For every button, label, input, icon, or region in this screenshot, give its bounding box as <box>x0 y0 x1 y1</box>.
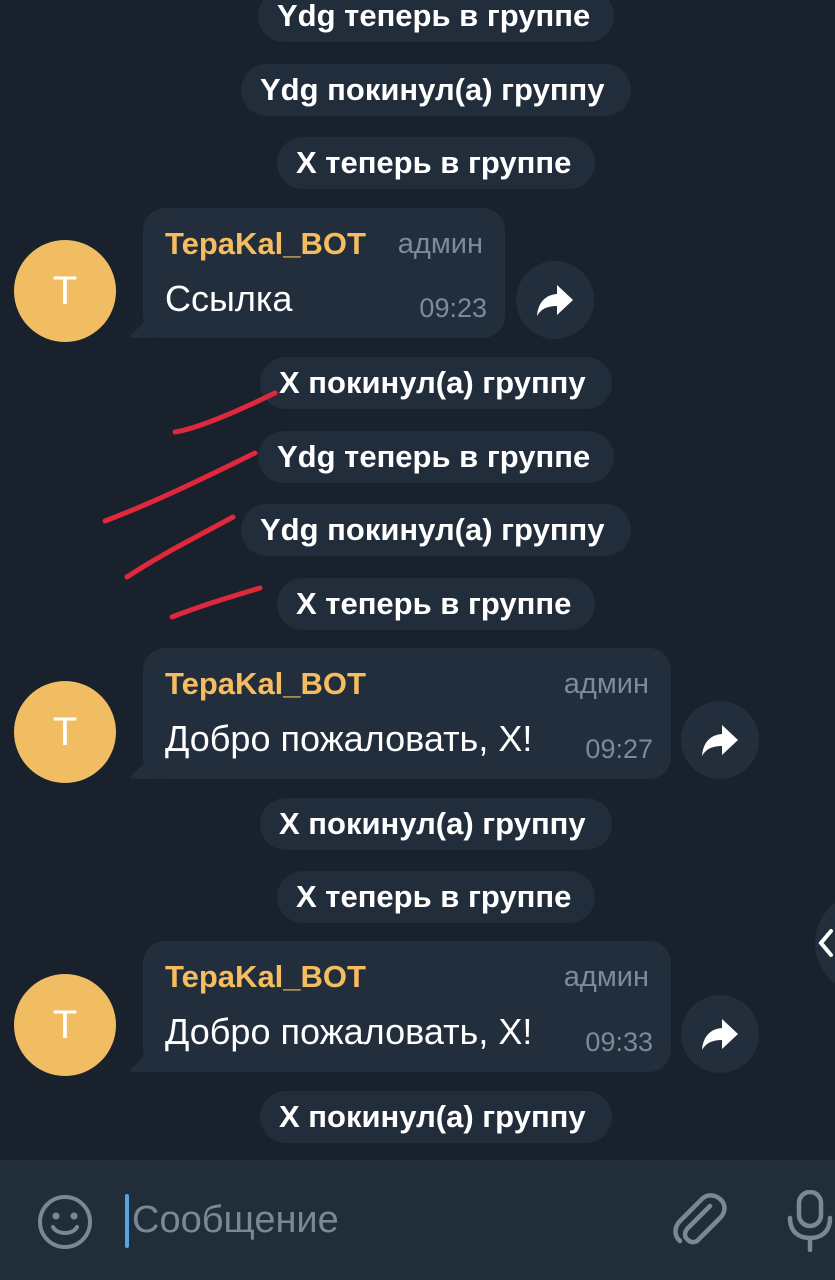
service-message: Ydg покинул(а) группу <box>241 504 631 556</box>
sender-name[interactable]: TepaKal_BOT <box>165 226 366 262</box>
share-arrow-icon <box>702 1019 738 1050</box>
share-arrow-icon <box>537 285 573 316</box>
sender-name[interactable]: TepaKal_BOT <box>165 666 366 702</box>
forward-button[interactable] <box>516 261 594 339</box>
service-message: Ydg теперь в группе <box>258 0 614 42</box>
admin-badge: админ <box>563 961 649 993</box>
paperclip-icon[interactable] <box>668 1190 728 1255</box>
message-time: 09:33 <box>585 1027 653 1057</box>
service-message: X теперь в группе <box>277 578 595 630</box>
smile-icon[interactable] <box>36 1193 94 1256</box>
forward-button[interactable] <box>681 995 759 1073</box>
service-message: X покинул(а) группу <box>260 357 612 409</box>
annotation-stroke <box>172 390 278 435</box>
message-composer <box>0 1160 835 1280</box>
service-message: X теперь в группе <box>277 871 595 923</box>
forward-button[interactable] <box>681 701 759 779</box>
service-message: Ydg покинул(а) группу <box>241 64 631 116</box>
avatar[interactable]: T <box>14 681 116 783</box>
service-message: Ydg теперь в группе <box>258 431 614 483</box>
message-bubble[interactable]: TepaKal_BOT админ Ссылка 09:23 <box>143 208 505 338</box>
message-input[interactable] <box>132 1190 632 1250</box>
avatar[interactable]: T <box>14 974 116 1076</box>
chevron-left-icon <box>818 929 833 957</box>
message-text: Добро пожаловать, X! <box>165 1011 533 1052</box>
message-time: 09:27 <box>585 734 653 764</box>
message-time: 09:23 <box>419 293 487 323</box>
sender-name[interactable]: TepaKal_BOT <box>165 959 366 995</box>
admin-badge: админ <box>397 228 483 260</box>
admin-badge: админ <box>563 668 649 700</box>
message-text: Добро пожаловать, X! <box>165 718 533 759</box>
text-cursor <box>125 1194 129 1248</box>
avatar[interactable]: T <box>14 240 116 342</box>
chat-history[interactable]: Ydg теперь в группе Ydg покинул(а) групп… <box>0 0 835 1160</box>
service-message: X покинул(а) группу <box>260 1091 612 1143</box>
message-bubble[interactable]: TepaKal_BOT админ Добро пожаловать, X! 0… <box>143 941 671 1072</box>
annotation-stroke <box>124 514 236 580</box>
service-message: X теперь в группе <box>277 137 595 189</box>
share-arrow-icon <box>702 725 738 756</box>
microphone-icon[interactable] <box>785 1189 835 1257</box>
message-text: Ссылка <box>165 278 293 319</box>
annotation-stroke <box>102 450 258 524</box>
annotation-stroke <box>169 585 263 620</box>
scroll-button[interactable] <box>815 893 835 993</box>
message-bubble[interactable]: TepaKal_BOT админ Добро пожаловать, X! 0… <box>143 648 671 779</box>
service-message: X покинул(а) группу <box>260 798 612 850</box>
